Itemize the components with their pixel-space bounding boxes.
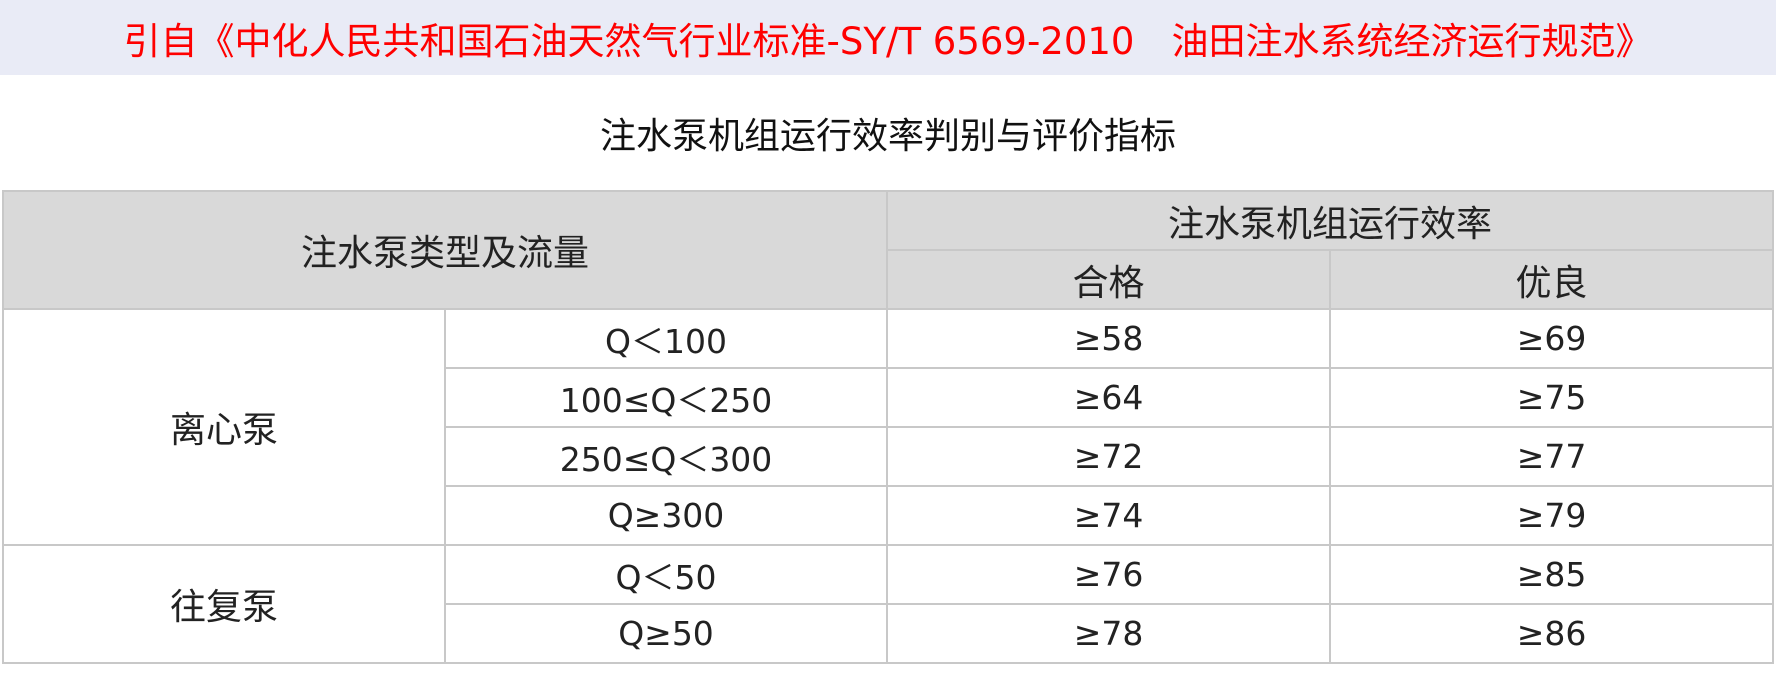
table-row: 离心泵 Q＜100 ≥58 ≥69 [2, 308, 1775, 546]
citation-banner: 引自《中化人民共和国石油天然气行业标准-SY/T 6569-2010 油田注水系… [0, 0, 1776, 75]
qualified-cell: ≥74 [886, 485, 1332, 546]
header-excellent: 优良 [1329, 249, 1775, 310]
header-efficiency: 注水泵机组运行效率 [886, 190, 1775, 251]
header-type-flow: 注水泵类型及流量 [1, 190, 889, 310]
excellent-cell: ≥79 [1329, 485, 1775, 546]
table-header: 注水泵类型及流量 注水泵机组运行效率 合格 优良 [1, 190, 1775, 310]
qualified-cell: ≥76 [886, 544, 1332, 605]
pump-type-centrifugal: 离心泵 [2, 308, 446, 546]
qualified-cell: ≥72 [886, 426, 1332, 487]
flow-cell: Q＜100 [443, 308, 889, 369]
table-title: 注水泵机组运行效率判别与评价指标 [0, 108, 1776, 158]
efficiency-table: 注水泵类型及流量 注水泵机组运行效率 合格 优良 离心泵 Q＜100 ≥58 ≥… [1, 190, 1775, 664]
excellent-cell: ≥69 [1329, 308, 1775, 369]
table-title-text: 注水泵机组运行效率判别与评价指标 [599, 116, 1176, 157]
excellent-cell: ≥77 [1329, 426, 1775, 487]
table-body: 离心泵 Q＜100 ≥58 ≥69 100≤Q＜250 ≥64 ≥75 250≤… [2, 308, 1775, 664]
flow-cell: 100≤Q＜250 [443, 367, 889, 428]
citation-text: 引自《中化人民共和国石油天然气行业标准-SY/T 6569-2010 油田注水系… [123, 19, 1653, 63]
excellent-cell: ≥86 [1329, 603, 1775, 664]
qualified-cell: ≥58 [886, 308, 1332, 369]
flow-cell: Q≥50 [443, 603, 889, 664]
pump-type-reciprocating: 往复泵 [2, 544, 446, 664]
header-qualified: 合格 [886, 249, 1332, 310]
qualified-cell: ≥78 [886, 603, 1332, 664]
excellent-cell: ≥85 [1329, 544, 1775, 605]
excellent-cell: ≥75 [1329, 367, 1775, 428]
table-row: 往复泵 Q＜50 ≥76 ≥85 [2, 544, 1775, 664]
flow-cell: Q≥300 [443, 485, 889, 546]
qualified-cell: ≥64 [886, 367, 1332, 428]
header-row: 注水泵类型及流量 注水泵机组运行效率 [1, 190, 1775, 310]
flow-cell: Q＜50 [443, 544, 889, 605]
flow-cell: 250≤Q＜300 [443, 426, 889, 487]
